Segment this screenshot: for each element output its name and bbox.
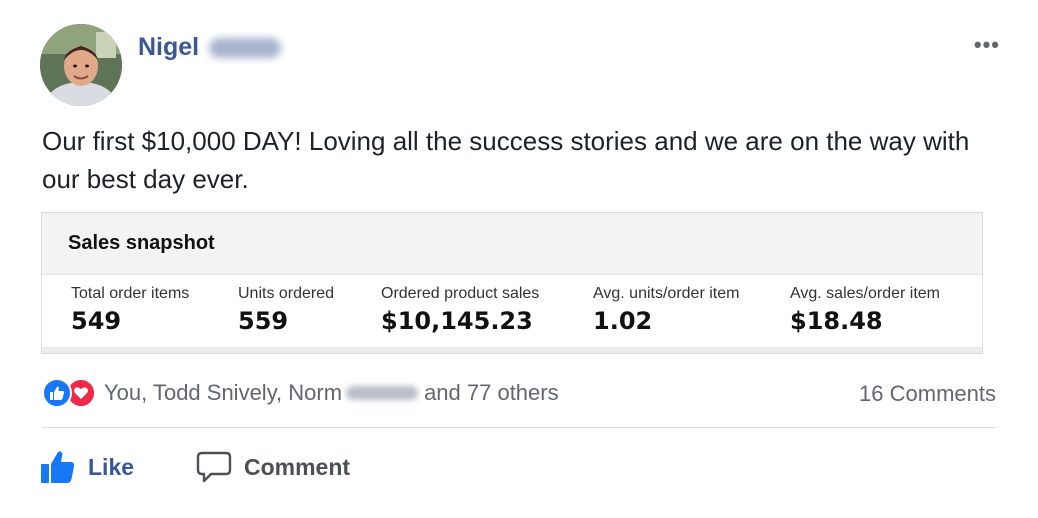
metric-label: Units ordered [238, 285, 335, 302]
snapshot-bottom-bar [42, 347, 982, 353]
facebook-post: Nigel ••• Our first $10,000 DAY! Loving … [0, 0, 1038, 518]
redacted-last-name [209, 37, 282, 58]
snapshot-header: Sales snapshot [42, 213, 982, 275]
redacted-surname [346, 386, 419, 400]
author: Nigel [138, 33, 282, 62]
sales-snapshot-image[interactable]: Sales snapshot Total order items 549 Uni… [41, 212, 983, 354]
metric-ordered-product-sales: Ordered product sales $10,145.23 [381, 285, 539, 335]
metric-value: $18.48 [790, 307, 883, 335]
thumbs-up-icon [41, 451, 75, 483]
reactors-text[interactable]: You, Todd Snively, Norm and 77 others [104, 380, 559, 406]
avatar-photo [40, 24, 122, 106]
snapshot-title: Sales snapshot [68, 232, 215, 254]
like-label: Like [88, 453, 135, 480]
avatar[interactable] [40, 24, 122, 106]
divider [42, 427, 996, 428]
author-name[interactable]: Nigel [138, 33, 199, 62]
metric-avg-units-per-order-item: Avg. units/order item 1.02 [593, 285, 739, 335]
metric-value: $10,145.23 [381, 307, 533, 335]
metric-units-ordered: Units ordered 559 [238, 285, 334, 335]
reactors-others: and 77 others [424, 380, 559, 405]
more-options-button[interactable]: ••• [974, 32, 1000, 58]
comment-label: Comment [244, 453, 351, 480]
metric-label: Total order items [71, 285, 190, 302]
metric-avg-sales-per-order-item: Avg. sales/order item $18.48 [790, 285, 940, 335]
reactions-summary[interactable]: You, Todd Snively, Norm and 77 others [42, 378, 559, 408]
comment-bubble-icon [196, 451, 232, 483]
metric-value: 1.02 [593, 307, 653, 335]
metric-value: 549 [71, 307, 122, 335]
metric-label: Avg. sales/order item [790, 285, 940, 302]
metric-value: 559 [238, 307, 289, 335]
reactors-names: You, Todd Snively, Norm [104, 380, 343, 405]
metric-label: Ordered product sales [381, 285, 540, 302]
metric-label: Avg. units/order item [593, 285, 740, 302]
post-text: Our first $10,000 DAY! Loving all the su… [42, 126, 970, 194]
like-button[interactable]: Like [40, 450, 134, 484]
comment-button[interactable]: Comment [196, 450, 350, 484]
comments-count-link[interactable]: 16 Comments [859, 381, 996, 407]
like-reaction-icon [42, 378, 72, 408]
metric-total-order-items: Total order items 549 [71, 285, 189, 335]
